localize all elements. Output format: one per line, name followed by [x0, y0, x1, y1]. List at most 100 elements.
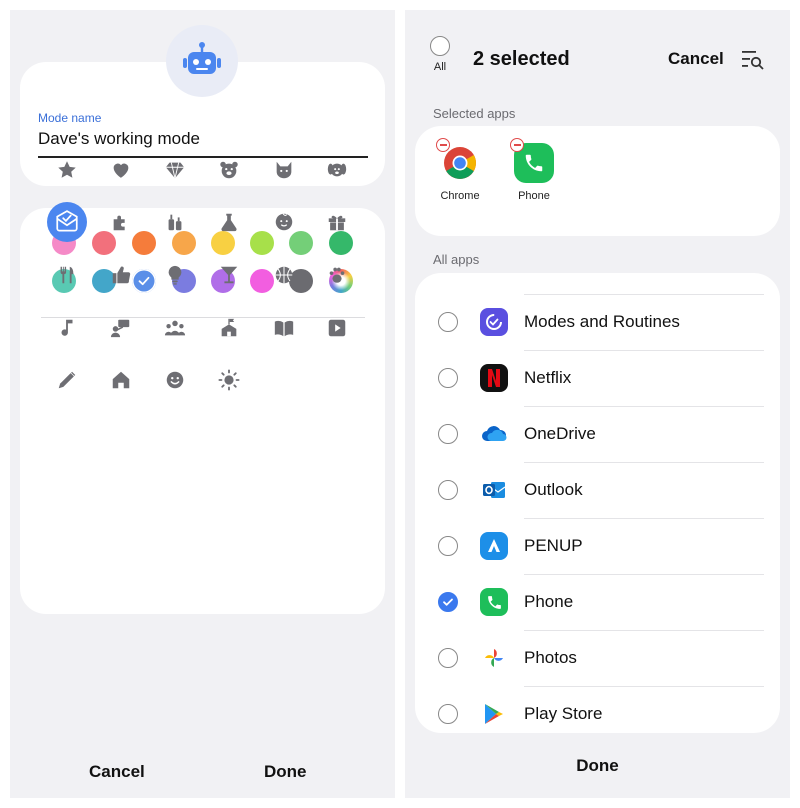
- icon-option-puzzle[interactable]: [101, 202, 141, 242]
- app-row[interactable]: Modes and Routines: [415, 294, 780, 350]
- app-name: Play Store: [524, 704, 603, 723]
- robot-icon: [183, 42, 221, 74]
- app-row[interactable]: Play Store: [415, 686, 780, 733]
- check-icon: [443, 598, 453, 606]
- icon-option-book[interactable]: [264, 308, 304, 348]
- thumbs-up-icon: [112, 266, 131, 284]
- remove-phone-badge[interactable]: [510, 138, 524, 152]
- done-button[interactable]: Done: [264, 762, 307, 782]
- done-selection-button[interactable]: Done: [405, 756, 790, 776]
- selected-apps-card: Chrome Phone: [415, 126, 780, 236]
- phone-icon: [510, 138, 554, 183]
- playstore-icon: [480, 700, 508, 728]
- search-list-icon[interactable]: [741, 48, 765, 70]
- cancel-selection-button[interactable]: Cancel: [668, 49, 724, 69]
- puzzle-icon: [113, 215, 125, 231]
- mode-name-underline: [38, 156, 368, 158]
- netflix-icon: [480, 364, 508, 392]
- icon-option-music[interactable]: [47, 308, 87, 348]
- onedrive-icon: [480, 420, 508, 448]
- row-divider: [524, 630, 764, 631]
- icon-option-smile[interactable]: [155, 360, 195, 400]
- gem-icon: [165, 162, 185, 179]
- icon-option-dog[interactable]: [317, 150, 357, 190]
- icon-option-pencil[interactable]: [47, 360, 87, 400]
- chrome-icon: [436, 138, 480, 183]
- app-row[interactable]: Netflix: [415, 350, 780, 406]
- row-divider: [524, 518, 764, 519]
- app-row[interactable]: PENUP: [415, 518, 780, 574]
- icon-option-gift[interactable]: [317, 202, 357, 242]
- cancel-button[interactable]: Cancel: [89, 762, 145, 782]
- play-icon: [328, 319, 346, 337]
- app-row[interactable]: Photos: [415, 630, 780, 686]
- icon-option-heart[interactable]: [101, 150, 141, 190]
- app-row[interactable]: Phone: [415, 574, 780, 630]
- icon-option-school[interactable]: [209, 308, 249, 348]
- app-checkbox[interactable]: [438, 312, 458, 332]
- row-divider: [524, 574, 764, 575]
- icon-option-cat[interactable]: [264, 150, 304, 190]
- icon-option-gem[interactable]: [155, 150, 195, 190]
- app-name: OneDrive: [524, 424, 596, 443]
- icon-option-star[interactable]: [47, 150, 87, 190]
- icon-option-cocktail[interactable]: [209, 255, 249, 295]
- pencil-icon: [58, 371, 76, 389]
- cocktail-icon: [220, 266, 238, 284]
- app-checkbox[interactable]: [438, 536, 458, 556]
- icon-option-bear[interactable]: [209, 150, 249, 190]
- app-checkbox[interactable]: [438, 648, 458, 668]
- icon-option-fork-knife[interactable]: [47, 255, 87, 295]
- icon-option-paw[interactable]: [317, 255, 357, 295]
- check-envelope-icon: [56, 210, 78, 232]
- select-all[interactable]: All: [427, 36, 453, 73]
- selection-count-title: 2 selected: [473, 48, 570, 70]
- mode-name-input[interactable]: Dave's working mode: [38, 129, 200, 149]
- icon-option-baby[interactable]: [264, 202, 304, 242]
- remove-chrome-badge[interactable]: [436, 138, 450, 152]
- app-row[interactable]: Outlook: [415, 462, 780, 518]
- photos-icon: [480, 644, 508, 672]
- selected-app-chrome[interactable]: Chrome: [430, 138, 490, 202]
- app-checkbox[interactable]: [438, 480, 458, 500]
- selected-app-phone[interactable]: Phone: [504, 138, 564, 202]
- icon-option-sun[interactable]: [209, 360, 249, 400]
- app-checkbox[interactable]: [438, 424, 458, 444]
- icon-option-group[interactable]: [155, 308, 195, 348]
- group-icon: [164, 320, 186, 336]
- icon-option-bulb[interactable]: [155, 255, 195, 295]
- row-divider: [524, 686, 764, 687]
- select-all-checkbox[interactable]: [430, 36, 450, 56]
- flask-icon: [221, 213, 237, 232]
- bear-icon: [220, 161, 238, 179]
- icon-option-presenter[interactable]: [101, 308, 141, 348]
- app-name: PENUP: [524, 536, 583, 555]
- app-checkbox[interactable]: [438, 592, 458, 612]
- app-row[interactable]: OneDrive: [415, 406, 780, 462]
- selected-apps-label: Selected apps: [433, 106, 516, 121]
- icon-option-play[interactable]: [317, 308, 357, 348]
- palette-divider: [41, 317, 365, 318]
- smile-icon: [166, 371, 184, 389]
- icon-option-bottles[interactable]: [155, 202, 195, 242]
- icon-option-basketball[interactable]: [264, 255, 304, 295]
- icon-option-home[interactable]: [101, 360, 141, 400]
- row-divider: [524, 350, 764, 351]
- school-icon: [221, 318, 237, 337]
- music-icon: [61, 319, 73, 336]
- mode-name-label: Mode name: [38, 111, 102, 125]
- mode-icon-preview[interactable]: [166, 25, 238, 97]
- icon-option-flask[interactable]: [209, 202, 249, 242]
- cat-icon: [276, 161, 292, 179]
- app-checkbox[interactable]: [438, 368, 458, 388]
- book-icon: [274, 320, 294, 337]
- app-checkbox[interactable]: [438, 704, 458, 724]
- all-apps-list: Modes and Routines Netflix OneDrive Outlook…: [415, 273, 780, 733]
- icon-option-check-envelope[interactable]: [47, 202, 87, 242]
- presenter-icon: [110, 319, 130, 338]
- all-apps-label: All apps: [433, 252, 480, 267]
- icon-option-thumbs-up[interactable]: [101, 255, 141, 295]
- baby-icon: [275, 213, 293, 231]
- app-name: Outlook: [524, 480, 583, 499]
- home-icon: [112, 371, 130, 389]
